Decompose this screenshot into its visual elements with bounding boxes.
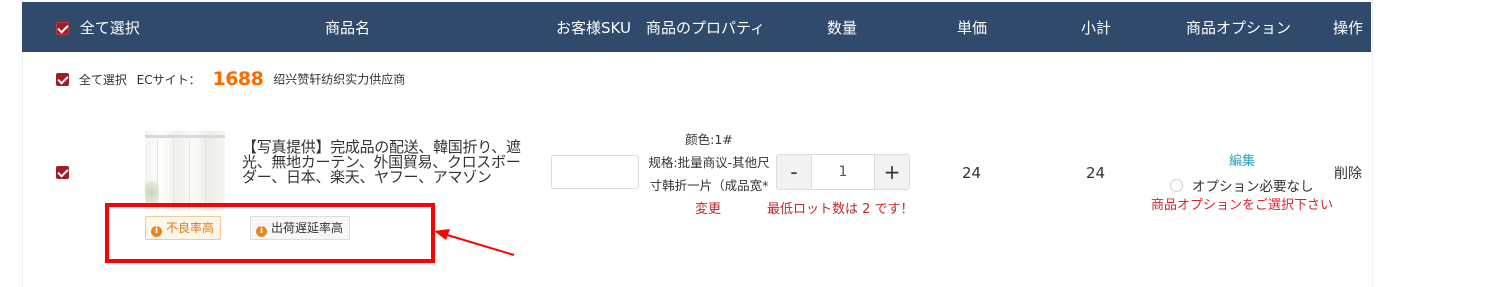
- change-property-link[interactable]: 変更: [695, 198, 721, 217]
- header-product-option: 商品オプション: [1186, 19, 1292, 37]
- header-select-all[interactable]: 全て選択: [56, 17, 140, 38]
- quantity-stepper: - 1 +: [776, 154, 910, 190]
- min-lot-warning: 最低ロット数は 2 です！: [767, 202, 914, 217]
- product-properties: 颜色:1# 规格:批量商议-其他尺 寸韩折一片（成品宽*: [641, 128, 777, 197]
- property-spec: 规格:批量商议-其他尺: [648, 155, 770, 170]
- header-product-property: 商品のプロパティ: [646, 19, 766, 37]
- ec-site-label: ECサイト：: [136, 72, 201, 87]
- product-title[interactable]: 【写真提供】完成品の配送、韓国折り、遮光、無地カーテン、外国貿易、クロスボーダー…: [242, 140, 532, 185]
- header-unit-price: 単価: [957, 19, 988, 37]
- property-color: 颜色:1#: [685, 132, 733, 147]
- quantity-minus-button[interactable]: -: [777, 155, 812, 189]
- unit-price: 24: [962, 164, 982, 182]
- cart-table-header: 全て選択 商品名 お客様SKU 商品のプロパティ 数量 単価 小計 商品オプショ…: [22, 2, 1371, 52]
- quantity-input[interactable]: 1: [812, 155, 874, 189]
- platform-logo: 1688: [212, 68, 264, 90]
- shop-checkbox-icon[interactable]: [56, 72, 69, 86]
- property-spec-cont: 寸韩折一片（成品宽*: [649, 178, 769, 193]
- radio-icon[interactable]: [1170, 179, 1183, 192]
- shop-select-all-label: 全て選択: [78, 72, 127, 87]
- annotation-arrow-icon: [434, 229, 515, 256]
- shop-row: 全て選択 ECサイト： 1688 绍兴赞轩纺织实力供应商: [56, 68, 405, 90]
- header-product-name: 商品名: [325, 19, 371, 37]
- header-select-all-label: 全て選択: [79, 19, 140, 37]
- subtotal-value: 24: [1086, 164, 1106, 182]
- quantity-plus-button[interactable]: +: [874, 155, 909, 189]
- header-subtotal: 小計: [1081, 19, 1112, 37]
- option-edit-link[interactable]: 編集: [1229, 150, 1255, 169]
- option-none-radio[interactable]: オプション必要なし: [1170, 175, 1314, 195]
- annotation-highlight-box: [105, 203, 435, 263]
- option-select-warning: 商品オプションをご選択下さい: [1151, 198, 1334, 213]
- customer-sku-input[interactable]: [551, 155, 639, 189]
- header-checkbox-icon[interactable]: [56, 22, 69, 35]
- item-checkbox-icon[interactable]: [56, 166, 69, 179]
- product-thumbnail[interactable]: [145, 131, 225, 211]
- header-customer-sku: お客様SKU: [556, 19, 631, 37]
- shop-name[interactable]: 绍兴赞轩纺织实力供应商: [273, 73, 405, 87]
- header-quantity: 数量: [827, 19, 858, 37]
- header-operation: 操作: [1333, 19, 1364, 37]
- delete-button[interactable]: 削除: [1334, 163, 1362, 183]
- option-none-label: オプション必要なし: [1192, 179, 1314, 195]
